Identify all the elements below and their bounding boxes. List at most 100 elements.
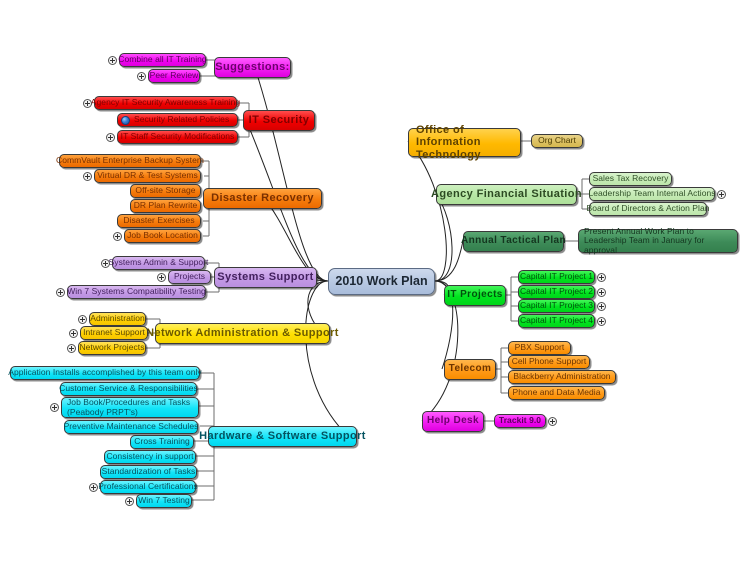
branch-systems-support[interactable]: Systems Support — [214, 267, 317, 288]
expander-virtual-dr-test-systems[interactable] — [83, 172, 92, 181]
node-peer-review[interactable]: Peer Review — [148, 69, 200, 83]
node-present-annual-work-plan[interactable]: Present Annual Work Plan to Leadership T… — [578, 226, 738, 254]
node-label: Combine all IT Training — [118, 54, 207, 65]
branch-help-desk-label: Help Desk — [427, 415, 479, 427]
node-phone-and-data-media[interactable]: Phone and Data Media — [508, 386, 605, 400]
node-commvault-enterprise-backup-system[interactable]: CommVault Enterprise Backup System — [56, 154, 204, 168]
expander-administration[interactable] — [78, 315, 87, 324]
node-win-7-testing[interactable]: Win 7 Testing — [136, 494, 192, 508]
node-job-book-procedures-and-tasks[interactable]: Job Book/Procedures and Tasks (Peabody P… — [61, 397, 199, 418]
branch-disaster-recovery[interactable]: Disaster Recovery — [203, 188, 322, 209]
node-capital-it-project-3[interactable]: Capital IT Project 3 — [518, 299, 595, 313]
node-preventive-maintenance-schedules[interactable]: Preventive Maintenance Schedules — [64, 420, 198, 434]
node-label: DR Plan Rewrite — [133, 200, 198, 211]
expander-win-7-systems-compatibility-testing[interactable] — [56, 288, 65, 297]
node-label: Phone and Data Media — [512, 387, 601, 398]
node-board-of-directors-action-plan[interactable]: Board of Directors & Action Plan — [586, 202, 709, 216]
node-label: Professional Certifications — [98, 481, 198, 492]
node-label: Disaster Exercises — [123, 215, 195, 226]
node-job-book-location[interactable]: Job Book Location — [124, 229, 201, 243]
node-leadership-team-internal-actions[interactable]: Leadership Team Internal Actions — [588, 187, 716, 201]
branch-help-desk[interactable]: Help Desk — [422, 411, 484, 432]
expander-capital-it-project-1[interactable] — [597, 273, 606, 282]
expander-professional-certifications[interactable] — [89, 483, 98, 492]
expander-trackit-9-0[interactable] — [548, 417, 557, 426]
branch-network-administration[interactable]: Network Administration & Support — [146, 323, 338, 344]
expander-combine-all-it-training[interactable] — [108, 56, 117, 65]
node-blackberry-administration[interactable]: Blackberry Administration — [508, 370, 616, 384]
node-capital-it-project-4[interactable]: Capital IT Project 4 — [518, 314, 595, 328]
node-win-7-systems-compatibility-testing[interactable]: Win 7 Systems Compatibility Testing — [67, 285, 206, 299]
branch-agency-financial-situation[interactable]: Agency Financial Situation — [431, 184, 582, 205]
node-projects[interactable]: Projects — [168, 270, 211, 284]
expander-capital-it-project-3[interactable] — [597, 302, 606, 311]
node-disaster-exercises[interactable]: Disaster Exercises — [117, 214, 201, 228]
node-network-projects[interactable]: Network Projects — [78, 341, 146, 355]
expander-win-7-testing[interactable] — [125, 497, 134, 506]
node-security-related-policies[interactable]: Security Related Policies — [117, 113, 238, 127]
branch-it-security[interactable]: IT Security — [243, 110, 315, 131]
node-label: Win 7 Systems Compatibility Testing — [67, 286, 206, 297]
node-customer-service-responsibilities[interactable]: Customer Service & Responsibilities — [59, 382, 198, 396]
node-label: Capital IT Project 4 — [519, 315, 594, 326]
node-label: Agency IT Security Awareness Training — [90, 97, 241, 108]
expander-capital-it-project-4[interactable] — [597, 317, 606, 326]
node-org-chart[interactable]: Org Chart — [531, 134, 583, 148]
node-standardization-of-tasks[interactable]: Standardization of Tasks — [100, 465, 197, 479]
node-label: Security Related Policies — [134, 114, 230, 125]
expander-job-book-procedures-and-tasks[interactable] — [50, 403, 59, 412]
node-combine-all-it-training[interactable]: Combine all IT Training — [118, 53, 207, 67]
node-label: IT Staff Security Modifications — [120, 131, 235, 142]
branch-suggestions-label: Suggestions: — [215, 60, 290, 73]
branch-hardware-software-support[interactable]: Hardware & Software Support — [199, 426, 365, 447]
node-label: Standardization of Tasks — [101, 466, 196, 477]
node-label: Customer Service & Responsibilities — [59, 383, 198, 394]
expander-job-book-location[interactable] — [113, 232, 122, 241]
branch-systems-support-label: Systems Support — [217, 270, 314, 283]
expander-intranet-support[interactable] — [69, 329, 78, 338]
node-cross-training[interactable]: Cross Training — [130, 435, 194, 449]
node-it-staff-security-modifications[interactable]: IT Staff Security Modifications — [117, 130, 238, 144]
node-consistency-in-support[interactable]: Consistency in support — [104, 450, 196, 464]
node-pbx-support[interactable]: PBX Support — [508, 341, 571, 355]
node-label: Org Chart — [538, 135, 576, 146]
node-intranet-support[interactable]: Intranet Support — [80, 326, 148, 340]
node-trackit-9-0[interactable]: Trackit 9.0 — [494, 414, 546, 428]
node-off-site-storage[interactable]: Off-site Storage — [130, 184, 201, 198]
node-label: PBX Support — [514, 342, 565, 353]
branch-it-projects-label: IT Projects — [447, 289, 503, 301]
node-virtual-dr-test-systems[interactable]: Virtual DR & Test Systems — [94, 169, 201, 183]
node-application-installs[interactable]: Application Installs accomplished by thi… — [8, 366, 202, 380]
node-cell-phone-support[interactable]: Cell Phone Support — [508, 355, 590, 369]
node-label: Intranet Support — [83, 327, 145, 338]
expander-agency-it-security-awareness-training[interactable] — [83, 99, 92, 108]
expander-network-projects[interactable] — [67, 344, 76, 353]
expander-leadership-team-internal-actions[interactable] — [717, 190, 726, 199]
node-label: Job Book Location — [127, 230, 198, 241]
node-sales-tax-recovery[interactable]: Sales Tax Recovery — [589, 172, 672, 186]
branch-annual-tactical-plan[interactable]: Annual Tactical Plan — [461, 231, 566, 252]
branch-hardware-software-support-label: Hardware & Software Support — [199, 429, 366, 442]
node-systems-admin-support[interactable]: Systems Admin & Support — [109, 256, 208, 270]
expander-systems-admin-support[interactable] — [101, 259, 110, 268]
branch-office-of-information-technology[interactable]: Office of Information Technology — [408, 124, 521, 161]
branch-it-projects[interactable]: IT Projects — [444, 285, 506, 306]
branch-telecom[interactable]: Telecom — [444, 359, 496, 380]
expander-it-staff-security-modifications[interactable] — [106, 133, 115, 142]
node-label: Sales Tax Recovery — [592, 173, 669, 184]
node-capital-it-project-2[interactable]: Capital IT Project 2 — [518, 285, 595, 299]
node-agency-it-security-awareness-training[interactable]: Agency IT Security Awareness Training — [91, 96, 240, 110]
node-label: Win 7 Testing — [138, 495, 190, 506]
central-node[interactable]: 2010 Work Plan — [328, 268, 435, 295]
node-administration[interactable]: Administration — [89, 312, 146, 326]
node-dr-plan-rewrite[interactable]: DR Plan Rewrite — [130, 199, 201, 213]
expander-peer-review[interactable] — [137, 72, 146, 81]
node-label: Trackit 9.0 — [498, 415, 542, 426]
expander-capital-it-project-2[interactable] — [597, 288, 606, 297]
branch-telecom-label: Telecom — [448, 363, 492, 375]
node-professional-certifications[interactable]: Professional Certifications — [98, 480, 198, 494]
node-capital-it-project-1[interactable]: Capital IT Project 1 — [518, 270, 595, 284]
branch-suggestions[interactable]: Suggestions: — [214, 57, 291, 78]
expander-projects[interactable] — [157, 273, 166, 282]
node-label: Capital IT Project 2 — [519, 286, 594, 297]
